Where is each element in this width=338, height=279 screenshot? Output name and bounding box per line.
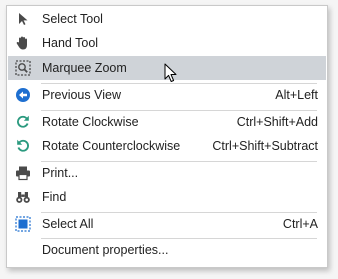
menu-item-shortcut: Alt+Left	[275, 88, 318, 102]
menu-item-rotate-counterclockwise[interactable]: Rotate Counterclockwise Ctrl+Shift+Subtr…	[8, 134, 326, 158]
menu-item-previous-view[interactable]: Previous View Alt+Left	[8, 83, 326, 107]
select-all-icon	[14, 215, 32, 233]
context-menu: Select Tool Hand Tool Marquee Zoom Previ…	[6, 5, 328, 268]
menu-item-label: Find	[42, 190, 67, 204]
menu-item-label: Select Tool	[42, 12, 103, 26]
menu-item-select-all[interactable]: Select All Ctrl+A	[8, 212, 326, 236]
menu-item-label: Select All	[42, 217, 94, 231]
menu-item-find[interactable]: Find	[8, 185, 326, 209]
menu-item-shortcut: Ctrl+Shift+Add	[236, 115, 318, 129]
rotate-counterclockwise-icon	[14, 137, 32, 155]
menu-item-document-properties[interactable]: Document properties...	[8, 238, 326, 262]
menu-item-label: Print...	[42, 166, 79, 180]
binoculars-icon	[14, 188, 32, 206]
back-arrow-icon	[14, 86, 32, 104]
menu-item-label: Rotate Counterclockwise	[42, 139, 181, 153]
rotate-clockwise-icon	[14, 113, 32, 131]
menu-item-label: Previous View	[42, 88, 121, 102]
menu-item-label: Rotate Clockwise	[42, 115, 139, 129]
menu-item-hand-tool[interactable]: Hand Tool	[8, 31, 326, 55]
menu-item-label: Marquee Zoom	[42, 61, 127, 75]
mouse-cursor-icon	[164, 63, 178, 86]
hand-icon	[14, 34, 32, 52]
printer-icon	[14, 164, 32, 182]
arrow-pointer-icon	[14, 10, 32, 28]
menu-item-shortcut: Ctrl+A	[282, 217, 318, 231]
marquee-zoom-icon	[14, 59, 32, 77]
menu-item-rotate-clockwise[interactable]: Rotate Clockwise Ctrl+Shift+Add	[8, 110, 326, 134]
menu-item-shortcut: Ctrl+Shift+Subtract	[212, 139, 318, 153]
menu-item-print[interactable]: Print...	[8, 161, 326, 185]
menu-item-label: Hand Tool	[42, 36, 99, 50]
menu-item-label: Document properties...	[42, 243, 169, 257]
menu-item-select-tool[interactable]: Select Tool	[8, 7, 326, 31]
